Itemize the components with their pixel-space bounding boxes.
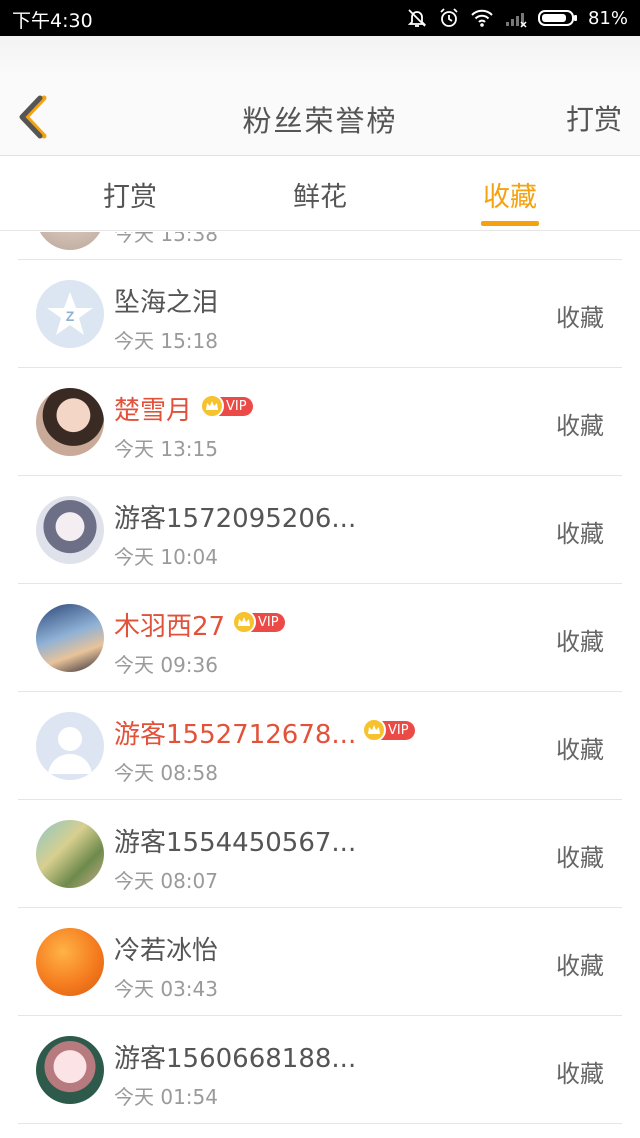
crown-icon [362, 718, 386, 742]
avatar [36, 232, 104, 250]
fan-name: 楚雪月 [114, 396, 193, 426]
status-bar: 下午4:30 81% [0, 0, 640, 36]
avatar [36, 604, 104, 672]
tab-tip[interactable]: 打赏 [70, 175, 190, 214]
default-star-avatar-icon: Z [47, 292, 93, 335]
list-item[interactable]: 冷若冰怡 今天 03:43 收藏 [18, 908, 622, 1016]
bell-off-icon [406, 7, 428, 29]
avatar [36, 820, 104, 888]
alarm-icon [438, 7, 460, 29]
tab-favorites[interactable]: 收藏 [450, 175, 570, 214]
page-title: 粉丝荣誉榜 [242, 104, 398, 138]
fan-name: 坠海之泪 [114, 288, 219, 318]
fan-time: 今天 01:54 [114, 1085, 218, 1109]
tab-bar: 打赏 鲜花 收藏 [0, 157, 640, 231]
list-item[interactable]: 游客1554450567... 今天 08:07 收藏 [18, 800, 622, 908]
fan-name: 游客1572095206... [114, 504, 357, 534]
fan-time: 今天 10:04 [114, 545, 218, 569]
fan-time: 今天 03:43 [114, 977, 218, 1001]
fan-time: 今天 09:36 [114, 653, 218, 677]
svg-text:Z: Z [66, 308, 75, 324]
fan-action: 收藏 [556, 628, 604, 656]
status-time: 下午4:30 [12, 10, 93, 32]
battery-icon [537, 8, 578, 28]
fan-action: 收藏 [556, 952, 604, 980]
title-bar: 粉丝荣誉榜 打赏 [0, 76, 640, 156]
fan-name: 木羽西27 [114, 612, 226, 642]
tab-flowers[interactable]: 鲜花 [260, 175, 380, 214]
wifi-icon [470, 8, 494, 28]
fan-action: 收藏 [556, 520, 604, 548]
fan-time: 今天 08:58 [114, 761, 218, 785]
fan-time: 今天 08:07 [114, 869, 218, 893]
fan-name: 游客1560668188... [114, 1044, 357, 1074]
tip-button[interactable]: 打赏 [566, 98, 622, 138]
fan-action: 收藏 [556, 1060, 604, 1088]
fan-time: 今天 13:15 [114, 437, 218, 461]
list-item[interactable]: 木羽西27 VIP 今天 09:36 收藏 [18, 584, 622, 692]
vip-badge: VIP [362, 718, 415, 742]
list-item[interactable]: 游客1572095206... 今天 10:04 收藏 [18, 476, 622, 584]
list-item[interactable]: Z 坠海之泪 今天 15:18 收藏 [18, 260, 622, 368]
list-item[interactable]: 游客1560668188... 今天 01:54 收藏 [18, 1016, 622, 1124]
fan-name: 游客1552712678... [114, 720, 357, 750]
vip-badge: VIP [232, 610, 285, 634]
fan-list[interactable]: 今天 15:38 Z 坠海之泪 今天 15:18 收藏 楚雪月 VIP 今天 1… [18, 232, 622, 1138]
list-item[interactable]: 楚雪月 VIP 今天 13:15 收藏 [18, 368, 622, 476]
battery-percent: 81% [587, 7, 628, 29]
fan-action: 收藏 [556, 736, 604, 764]
list-item[interactable]: 游客1552712678... VIP 今天 08:58 收藏 [18, 692, 622, 800]
fan-action: 收藏 [556, 412, 604, 440]
crown-icon [200, 394, 224, 418]
fan-name: 冷若冰怡 [114, 936, 219, 966]
fan-action: 收藏 [556, 304, 604, 332]
top-spacer [0, 36, 640, 76]
status-icons: 81% [406, 4, 628, 32]
default-person-icon [48, 727, 92, 774]
fan-time: 今天 15:38 [114, 232, 218, 246]
vip-badge: VIP [200, 394, 253, 418]
crown-icon [232, 610, 256, 634]
fan-time: 今天 15:18 [114, 329, 218, 353]
avatar [36, 1036, 104, 1104]
active-tab-indicator [481, 221, 539, 226]
signal-icon [504, 8, 528, 28]
fan-action: 收藏 [556, 844, 604, 872]
list-item-partial[interactable]: 今天 15:38 [18, 232, 622, 260]
avatar [36, 928, 104, 996]
avatar [36, 496, 104, 564]
avatar [36, 712, 104, 780]
fan-name: 游客1554450567... [114, 828, 357, 858]
avatar [36, 388, 104, 456]
avatar: Z [36, 280, 104, 348]
